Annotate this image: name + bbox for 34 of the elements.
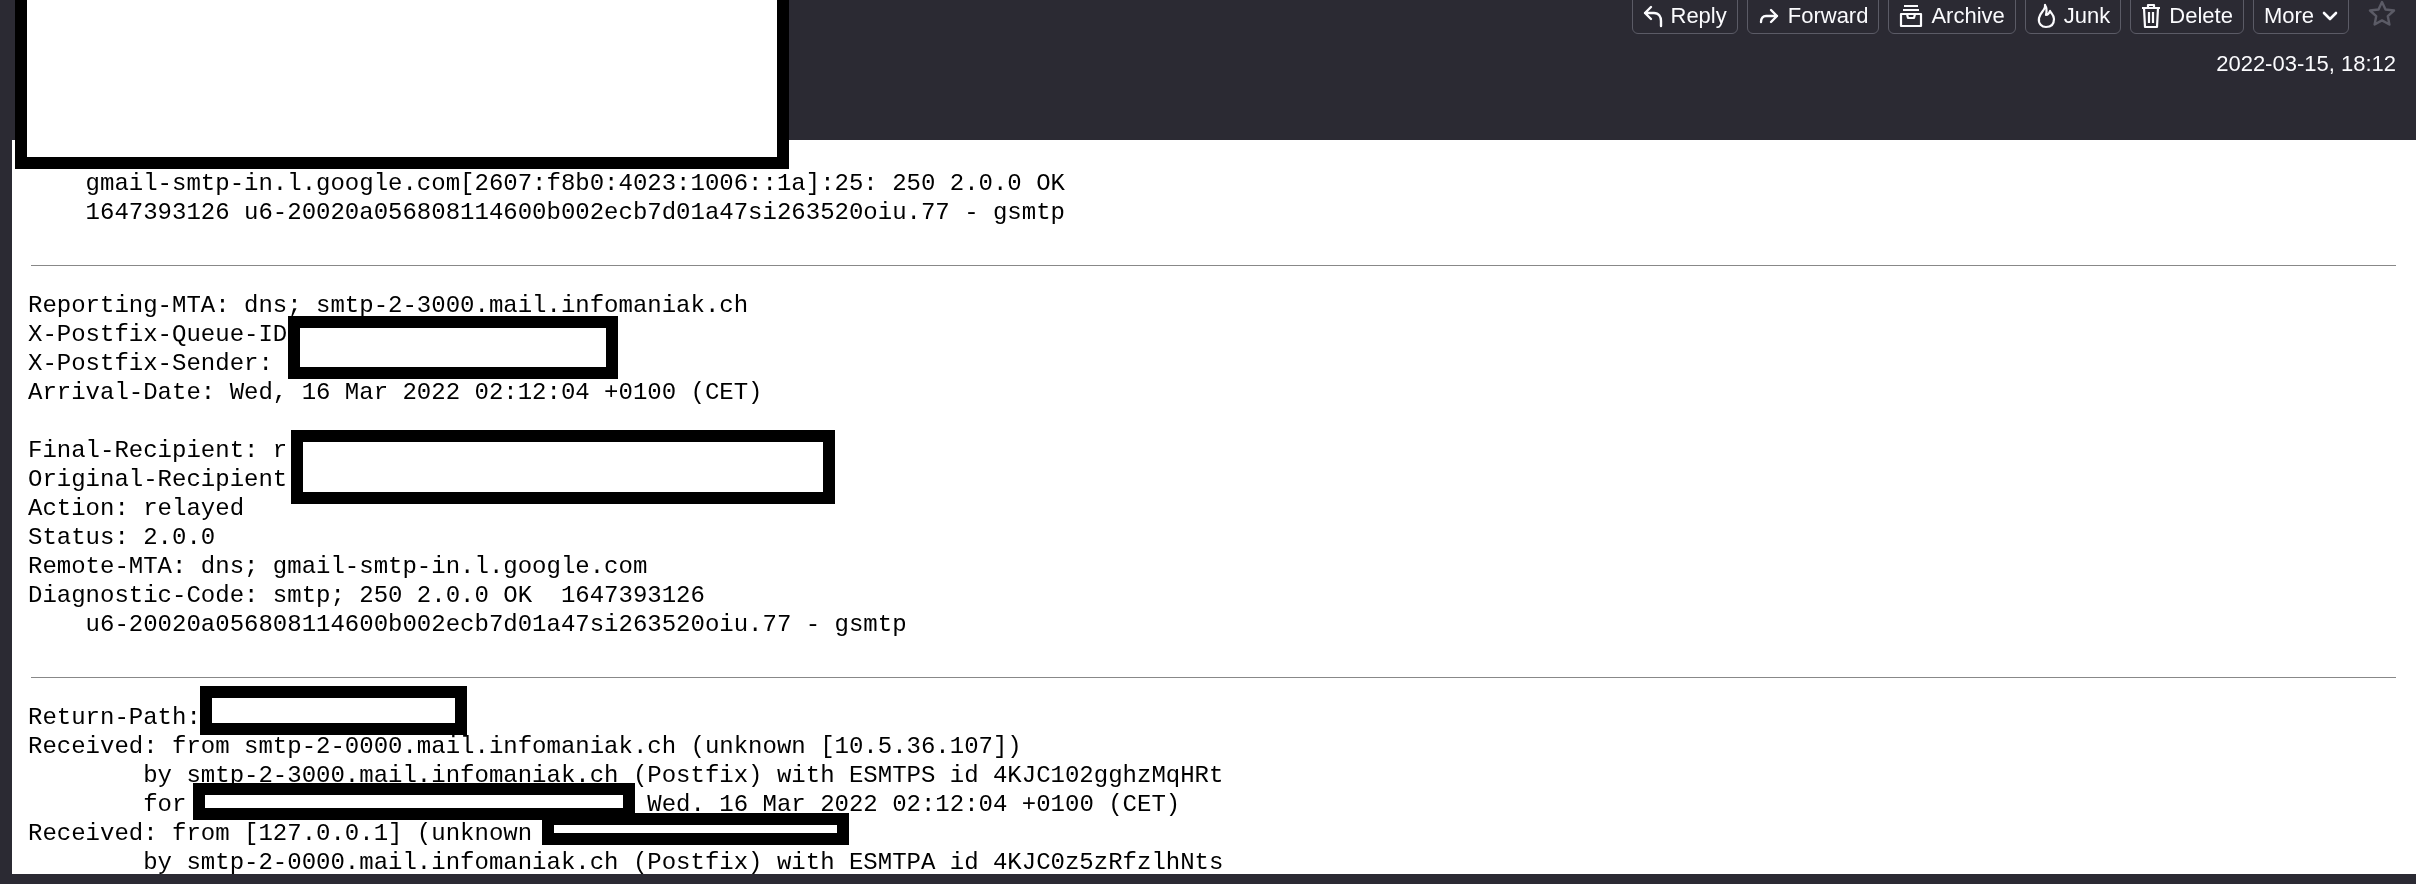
header-line: for [142,790,187,819]
forward-button[interactable]: Forward [1746,0,1880,34]
header-line: Reporting-MTA: dns; smtp-2-3000.mail.infomaniak.ch [28,291,749,320]
star-icon[interactable] [2368,0,2396,26]
message-date: 2022-03-15, 18:12 [2216,51,2396,77]
delete-button[interactable]: Delete [2130,0,2244,34]
flame-icon [2035,3,2056,29]
header-line: Status: 2.0.0 [28,523,216,552]
header-line: Received: from smtp-2-0000.mail.infomaniak.ch (unknown [10.5.36.107]) [28,732,1022,761]
junk-button[interactable]: Junk [2024,0,2122,34]
header-line: Wed. 16 Mar 2022 02:12:04 +0100 (CET) [647,790,1181,819]
header-line: Return-Path: [28,703,201,732]
header-line: Final-Recipient: r [28,436,288,465]
reply-button[interactable]: Reply [1631,0,1738,34]
archive-icon [1899,4,1924,28]
header-line: gmail-smtp-in.l.google.com[2607:f8b0:4023:1006::1a]:25: 250 2.0.0 OK [84,169,1065,198]
header-line: u6-20020a056808114600b002ecb7d01a47si263520oiu.77 - gsmtp [84,610,907,639]
more-menu-button[interactable]: More [2252,0,2349,34]
reply-icon [1642,4,1663,28]
archive-button[interactable]: Archive [1888,0,2016,34]
header-line: Original-Recipient [28,465,288,494]
header-line: Action: relayed [28,494,245,523]
header-line: X-Postfix-Sender: [28,349,273,378]
header-line: Remote-MTA: dns; gmail-smtp-in.l.google.com [28,552,648,581]
header-line: 1647393126 u6-20020a056808114600b002ecb7d01a47si263520oiu.77 - gsmtp [84,198,1065,227]
forward-icon [1757,7,1780,25]
header-line: X-Postfix-Queue-ID [28,320,288,349]
header-line: by smtp-2-3000.mail.infomaniak.ch (Postfix) with ESMTPS id 4KJC102gghzMqHRt [142,761,1224,790]
header-line: by smtp-2-0000.mail.infomaniak.ch (Postfix) with ESMTPA id 4KJC0z5zRfzlhNts [142,848,1224,874]
chevron-icon [2322,10,2338,22]
trash-icon [2141,3,2162,29]
header-line: Received: from [127.0.0.1] (unknown [28,819,533,848]
header-line: Diagnostic-Code: smtp; 250 2.0.0 OK 1647393126 [28,581,705,610]
header-line: Arrival-Date: Wed, 16 Mar 2022 02:12:04 +0100 (CET) [28,378,763,407]
